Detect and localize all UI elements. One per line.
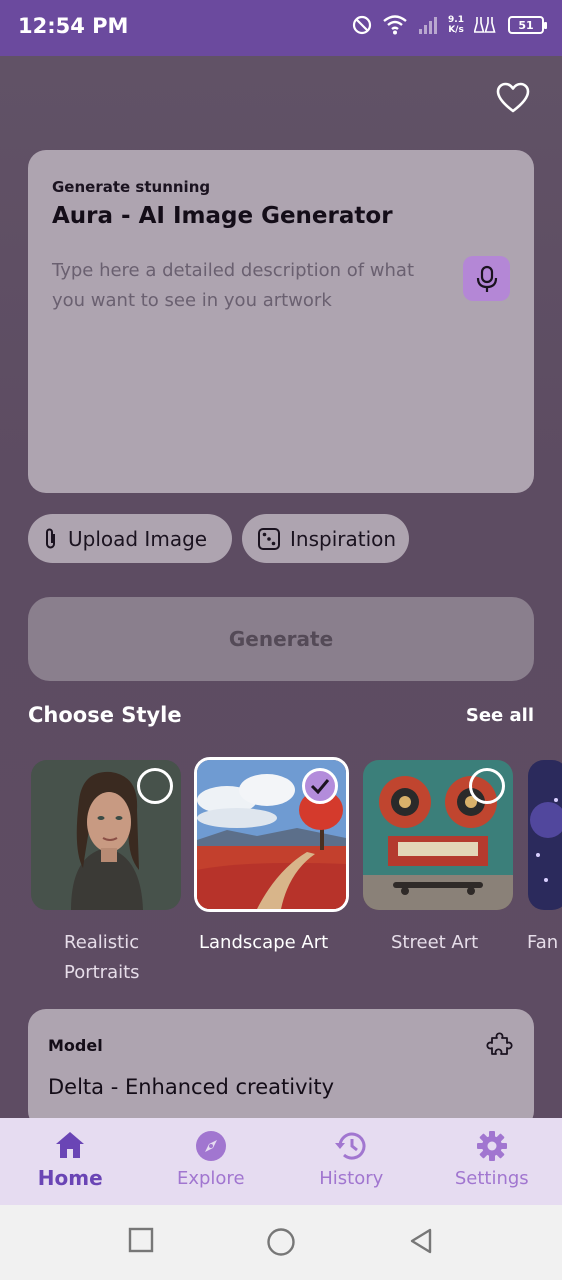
- style-radio-unchecked[interactable]: [137, 768, 173, 804]
- heart-outline-icon[interactable]: [496, 82, 530, 114]
- inspiration-button[interactable]: Inspiration: [242, 514, 409, 563]
- style-label-street-art: Street Art: [391, 932, 479, 953]
- system-navigation-bar: [0, 1205, 562, 1280]
- prompt-subtitle: Generate stunning: [52, 178, 211, 196]
- status-bar: 12:54 PM 9.1 K/s 51: [0, 0, 562, 56]
- style-card-landscape-art[interactable]: [194, 757, 349, 912]
- model-card[interactable]: Model Delta - Enhanced creativity: [28, 1009, 534, 1129]
- nav-home-label: Home: [37, 1166, 103, 1190]
- home-icon: [56, 1132, 85, 1158]
- style-radio-unchecked[interactable]: [469, 768, 505, 804]
- choose-style-title: Choose Style: [28, 703, 182, 727]
- style-card-street-art[interactable]: [363, 760, 513, 910]
- nav-settings-label: Settings: [454, 1168, 529, 1189]
- recents-icon[interactable]: [128, 1227, 154, 1253]
- status-time: 12:54 PM: [18, 14, 129, 38]
- bottom-navigation: Home Explore History Settings: [0, 1118, 562, 1205]
- prompt-card[interactable]: Generate stunning Aura - AI Image Genera…: [28, 150, 534, 493]
- wifi-icon: [383, 15, 407, 35]
- nav-explore-label: Explore: [176, 1168, 245, 1189]
- battery-indicator: 51: [508, 16, 547, 34]
- generate-button[interactable]: Generate: [28, 597, 534, 681]
- nav-home[interactable]: Home: [0, 1118, 141, 1205]
- paperclip-icon: [46, 528, 55, 548]
- model-value: Delta - Enhanced creativity: [48, 1075, 334, 1099]
- nav-history-label: History: [319, 1168, 384, 1189]
- see-all-link[interactable]: See all: [466, 705, 534, 726]
- model-label: Model: [48, 1036, 103, 1055]
- home-circle-icon[interactable]: [266, 1227, 296, 1257]
- history-icon: [335, 1132, 366, 1160]
- style-card-realistic-portraits[interactable]: [31, 760, 181, 910]
- puzzle-icon: [486, 1032, 513, 1055]
- upload-image-button[interactable]: Upload Image: [28, 514, 232, 563]
- dice-icon: [258, 527, 280, 550]
- style-label-realistic-portraits: Realistic Portraits: [64, 932, 140, 983]
- lab-flask-icon: [474, 17, 496, 33]
- microphone-icon: [476, 265, 497, 292]
- status-icons: 9.1 K/s 51: [352, 14, 547, 36]
- prompt-input[interactable]: Type here a detailed description of what…: [52, 256, 432, 316]
- inspiration-label: Inspiration: [290, 526, 397, 551]
- style-radio-checked[interactable]: [302, 768, 338, 804]
- signal-icon: [419, 17, 438, 34]
- gear-icon: [476, 1131, 507, 1161]
- style-label-fantasy: Fan: [527, 932, 559, 953]
- do-not-disturb-icon: [352, 15, 372, 35]
- check-icon: [310, 779, 330, 794]
- fantasy-thumbnail: [528, 760, 562, 910]
- microphone-button[interactable]: [463, 256, 510, 301]
- net-speed: 9.1 K/s: [448, 15, 464, 35]
- prompt-title: Aura - AI Image Generator: [52, 203, 393, 229]
- style-label-landscape-art: Landscape Art: [199, 932, 329, 953]
- style-card-fantasy[interactable]: [528, 760, 562, 910]
- upload-image-label: Upload Image: [68, 526, 208, 551]
- nav-explore[interactable]: Explore: [141, 1118, 282, 1205]
- nav-history[interactable]: History: [281, 1118, 422, 1205]
- compass-icon: [195, 1131, 226, 1161]
- back-icon[interactable]: [408, 1227, 434, 1255]
- nav-settings[interactable]: Settings: [422, 1118, 562, 1205]
